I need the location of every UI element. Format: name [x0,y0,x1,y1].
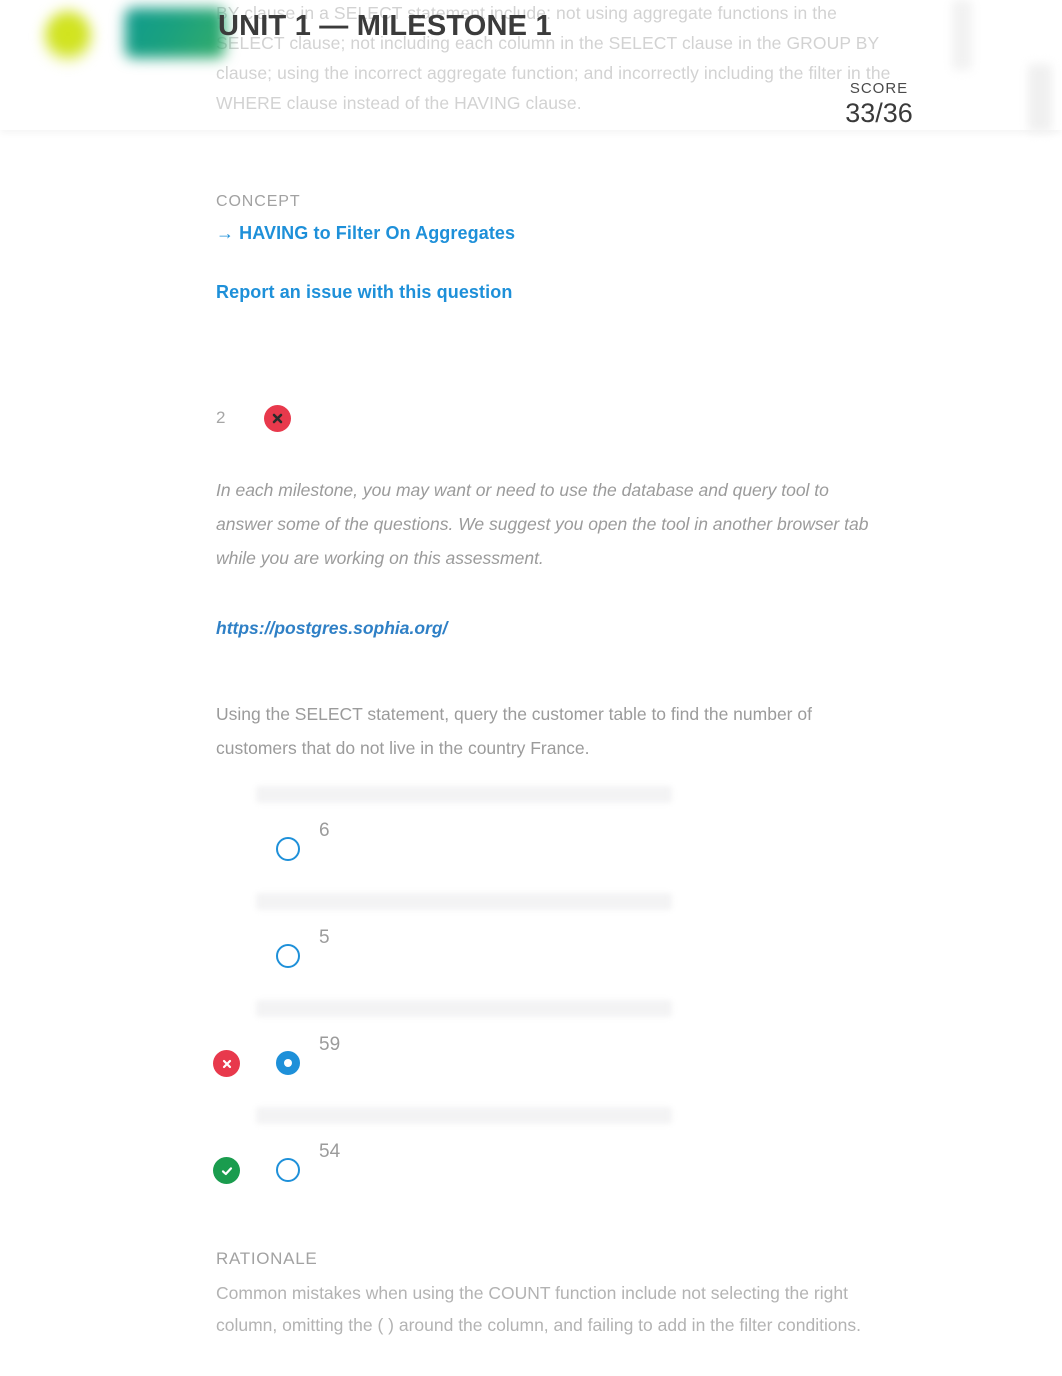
concept-link-label: HAVING to Filter On Aggregates [239,223,516,243]
option-radio[interactable] [276,1158,300,1182]
score-value: 33/36 [845,98,913,128]
option-label: 6 [319,820,330,841]
rationale-text: Common mistakes when using the COUNT fun… [216,1283,861,1335]
page-title: UNIT 1 — MILESTONE 1 [218,10,552,42]
option-status-wrong-icon [213,1050,240,1077]
assessment-page: BY clause in a SELECT statement include:… [0,0,1062,1376]
report-issue-link[interactable]: Report an issue with this question [216,282,512,303]
answer-option[interactable]: 5 [0,887,1062,994]
score-label: SCORE [849,80,909,97]
green-chip-icon[interactable] [125,8,225,58]
question-instructions: In each milestone, you may want or need … [216,479,869,568]
score-display: SCORE 33/36 [814,80,944,128]
database-tool-link[interactable]: https://postgres.sophia.org/ [216,618,447,639]
concept-link[interactable]: → HAVING to Filter On Aggregates [216,223,515,244]
question-number: 2 [216,408,226,427]
option-status-correct-icon [213,1157,240,1184]
answer-option[interactable]: 59 [0,994,1062,1101]
rationale-section: RATIONALE Common mistakes when using the… [216,1249,886,1341]
concept-section: CONCEPT → HAVING to Filter On Aggregates [216,193,515,244]
answer-options-list: 6 5 59 54 [0,780,1062,1208]
answer-option[interactable]: 54 [0,1101,1062,1208]
option-placeholder-bar [256,1107,672,1124]
sophia-logo-icon[interactable] [42,8,94,66]
rationale-title: RATIONALE [216,1249,318,1268]
header-blurred-element-left [952,0,972,70]
sticky-header: UNIT 1 — MILESTONE 1 SCORE 33/36 [0,0,1062,132]
option-label: 54 [319,1141,341,1162]
arrow-right-icon: → [216,223,235,243]
option-radio[interactable] [276,837,300,861]
concept-label: CONCEPT [216,193,301,210]
header-blurred-element-right [1028,64,1052,132]
answer-option[interactable]: 6 [0,780,1062,887]
option-radio[interactable] [276,1051,300,1075]
question-header: 2 [216,402,291,434]
option-placeholder-bar [256,1000,672,1017]
option-label: 59 [319,1034,341,1055]
option-radio[interactable] [276,944,300,968]
option-label: 5 [319,927,330,948]
option-placeholder-bar [256,786,672,803]
option-placeholder-bar [256,893,672,910]
question-prompt: Using the SELECT statement, query the cu… [216,703,812,758]
question-status-wrong-icon [264,404,291,432]
